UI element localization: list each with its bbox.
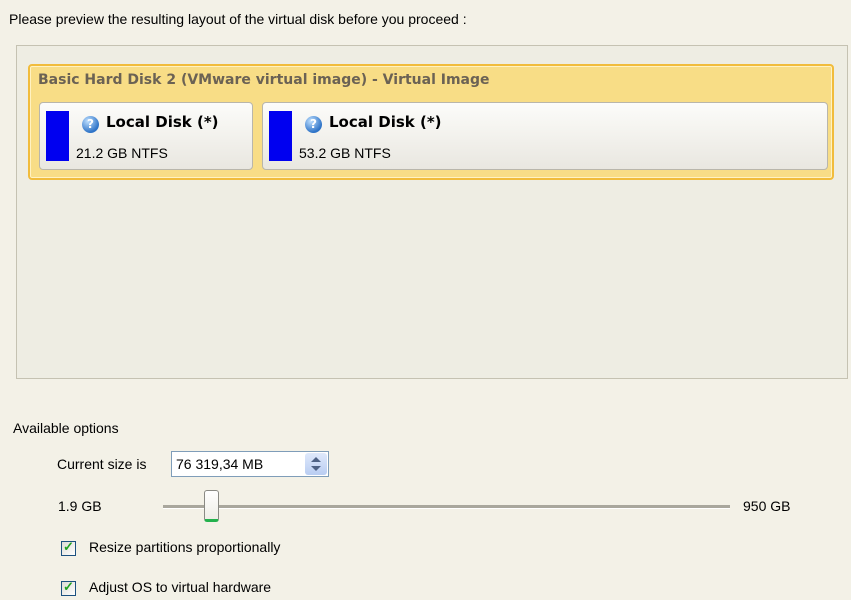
- size-input[interactable]: 76 319,34 MB: [176, 456, 263, 472]
- slider-max-label: 950 GB: [743, 498, 791, 514]
- partition-size: 53.2 GB NTFS: [299, 145, 391, 161]
- options-heading: Available options: [13, 420, 119, 436]
- resize-proportionally-label: Resize partitions proportionally: [89, 539, 281, 555]
- check-icon: ✓: [63, 579, 74, 594]
- partition-label: Local Disk (*): [329, 113, 442, 131]
- disk-title: Basic Hard Disk 2 (VMware virtual image)…: [38, 72, 490, 88]
- spinner-arrows-icon[interactable]: [305, 453, 327, 475]
- adjust-os-label: Adjust OS to virtual hardware: [89, 579, 272, 595]
- check-icon: ✓: [63, 539, 74, 554]
- current-size-label: Current size is: [57, 456, 147, 472]
- partition-size: 21.2 GB NTFS: [76, 145, 168, 161]
- partition-color-bar: [269, 111, 292, 161]
- partition-label: Local Disk (*): [106, 113, 219, 131]
- instruction-text: Please preview the resulting layout of t…: [9, 11, 467, 27]
- info-icon: ?: [82, 116, 99, 133]
- info-icon: ?: [305, 116, 322, 133]
- partition-1[interactable]: ? Local Disk (*) 21.2 GB NTFS: [39, 102, 253, 170]
- resize-proportionally-checkbox[interactable]: ✓: [61, 539, 76, 556]
- partition-color-bar: [46, 111, 69, 161]
- slider-min-label: 1.9 GB: [58, 498, 102, 514]
- size-spinbox[interactable]: 76 319,34 MB: [171, 451, 329, 477]
- adjust-os-checkbox[interactable]: ✓: [61, 579, 76, 596]
- disk-preview-panel: Basic Hard Disk 2 (VMware virtual image)…: [16, 45, 848, 379]
- disk-card[interactable]: Basic Hard Disk 2 (VMware virtual image)…: [28, 64, 834, 180]
- size-slider-thumb[interactable]: [204, 490, 219, 522]
- partition-2[interactable]: ? Local Disk (*) 53.2 GB NTFS: [262, 102, 828, 170]
- size-slider-track[interactable]: [163, 505, 730, 509]
